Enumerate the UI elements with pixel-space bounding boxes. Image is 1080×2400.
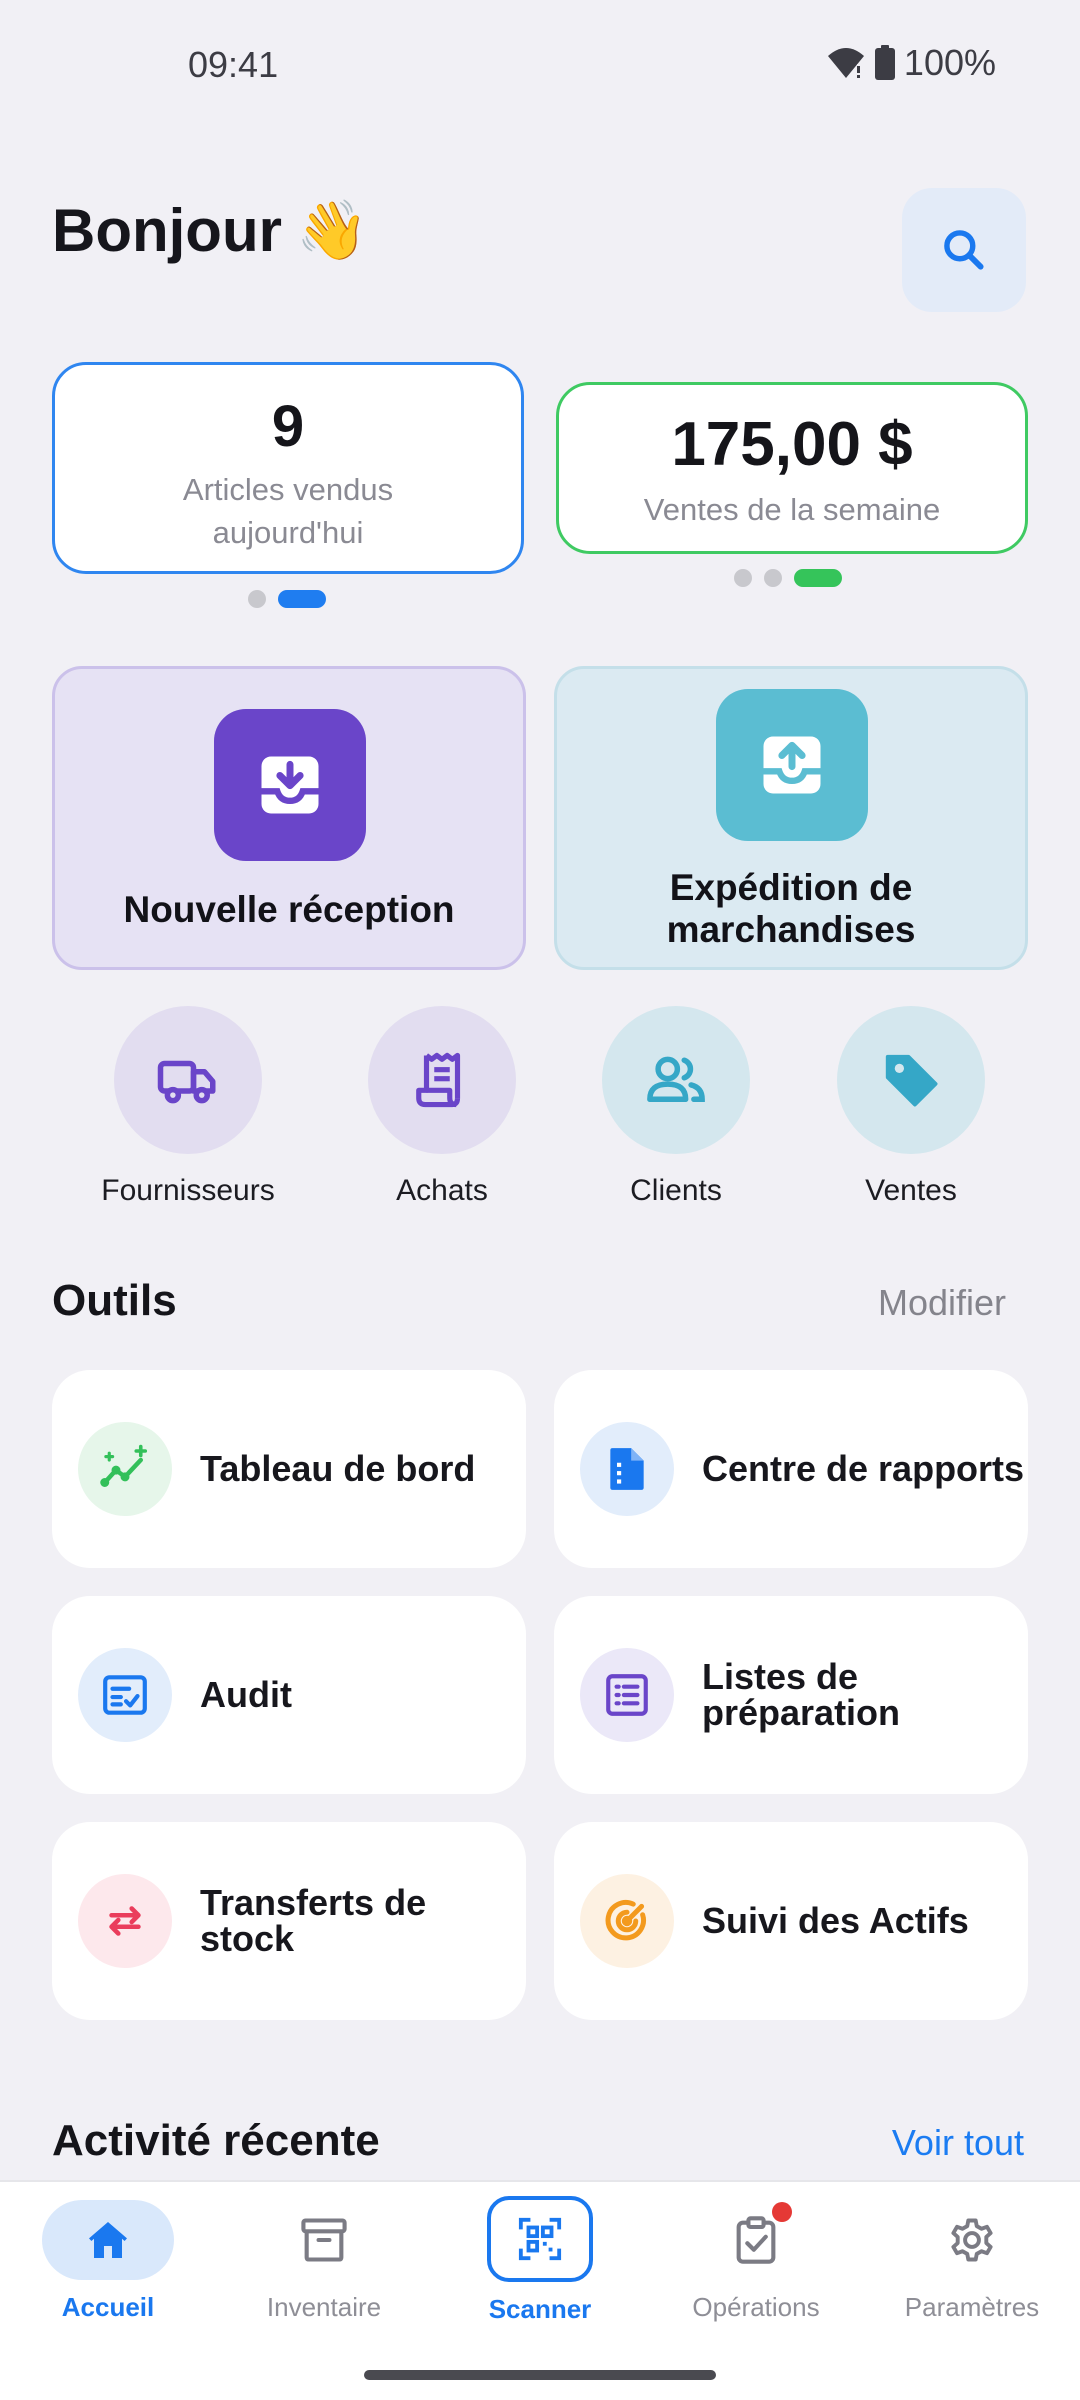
report-file-icon	[580, 1422, 674, 1516]
tool-label: Centre de rapports	[702, 1448, 1025, 1489]
shortcut-label: Clients	[630, 1174, 722, 1207]
tool-audit[interactable]: Audit	[52, 1596, 526, 1794]
tool-dashboard[interactable]: Tableau de bord	[52, 1370, 526, 1568]
greeting-text: Bonjour	[52, 197, 282, 264]
bottom-navigation: Accueil Inventaire Scanner Opérations Pa…	[0, 2180, 1080, 2400]
see-all-link[interactable]: Voir tout	[892, 2122, 1024, 2164]
home-icon	[42, 2200, 174, 2280]
tools-section-title: Outils	[52, 1276, 177, 1325]
shortcut-suppliers[interactable]: Fournisseurs	[68, 1006, 308, 1208]
inbox-download-icon	[214, 709, 366, 861]
nav-label: Accueil	[61, 2292, 155, 2322]
carousel-dot	[248, 590, 266, 608]
carousel-dot	[734, 569, 752, 587]
transfer-arrows-icon	[78, 1874, 172, 1968]
tool-label: Suivi des Actifs	[702, 1900, 969, 1941]
nav-operations[interactable]: Opérations	[648, 2200, 864, 2323]
nav-label: Paramètres	[904, 2292, 1040, 2322]
stat-value: 9	[271, 394, 305, 459]
stat-label: Ventes de la semaine	[643, 492, 941, 527]
shortcut-clients[interactable]: Clients	[556, 1006, 796, 1208]
shortcut-label: Ventes	[865, 1174, 957, 1207]
nav-label: Scanner	[488, 2294, 592, 2324]
nav-home[interactable]: Accueil	[0, 2200, 216, 2323]
status-indicators: 100%	[826, 42, 996, 84]
search-button[interactable]	[902, 188, 1026, 312]
nav-settings[interactable]: Paramètres	[864, 2200, 1080, 2323]
recent-activity-title: Activité récente	[52, 2116, 380, 2165]
tools-edit-link[interactable]: Modifier	[878, 1282, 1006, 1324]
users-icon	[602, 1006, 750, 1154]
wave-emoji: 👋	[295, 196, 369, 264]
new-reception-button[interactable]: Nouvelle réception	[52, 666, 526, 970]
shortcut-sales[interactable]: Ventes	[791, 1006, 1031, 1208]
status-time: 09:41	[188, 44, 279, 85]
target-icon	[580, 1874, 674, 1968]
wifi-icon	[826, 46, 866, 80]
carousel-dots-1	[248, 590, 326, 608]
tile-label: Expédition de marchandises	[666, 867, 916, 950]
tool-stock-transfers[interactable]: Transferts de stock	[52, 1822, 526, 2020]
tool-reports-center[interactable]: Centre de rapports	[554, 1370, 1028, 1568]
tool-label: Audit	[200, 1674, 292, 1715]
battery-level: 100%	[903, 42, 996, 83]
carousel-dot-active	[794, 569, 842, 587]
stat-card-weekly-sales[interactable]: 175,00 $ Ventes de la semaine	[556, 382, 1028, 554]
battery-icon	[874, 45, 896, 81]
nav-inventory[interactable]: Inventaire	[216, 2200, 432, 2323]
tool-label: Listes de préparation	[702, 1656, 901, 1733]
gesture-home-bar[interactable]	[364, 2370, 716, 2380]
nav-scanner[interactable]: Scanner	[432, 2196, 648, 2325]
nav-label: Opérations	[692, 2292, 820, 2322]
stat-card-items-sold[interactable]: 9 Articles vendus aujourd'hui	[52, 362, 524, 574]
shortcut-label: Achats	[396, 1174, 488, 1207]
goods-shipment-button[interactable]: Expédition de marchandises	[554, 666, 1028, 970]
checklist-icon	[78, 1648, 172, 1742]
stat-label: Articles vendus aujourd'hui	[182, 472, 394, 550]
list-icon	[580, 1648, 674, 1742]
tool-label: Tableau de bord	[200, 1448, 476, 1489]
tile-label: Nouvelle réception	[123, 889, 455, 930]
clipboard-check-icon	[648, 2200, 864, 2280]
carousel-dot-active	[278, 590, 326, 608]
carousel-dots-2	[734, 569, 842, 587]
inbox-upload-icon	[716, 689, 868, 841]
shortcut-purchases[interactable]: Achats	[322, 1006, 562, 1208]
greeting-title: Bonjour 👋	[52, 196, 368, 265]
shortcut-label: Fournisseurs	[101, 1174, 275, 1207]
chart-line-icon	[78, 1422, 172, 1516]
receipt-icon	[368, 1006, 516, 1154]
gear-icon	[864, 2200, 1080, 2280]
carousel-dot	[764, 569, 782, 587]
stat-value: 175,00 $	[671, 410, 913, 479]
tool-asset-tracking[interactable]: Suivi des Actifs	[554, 1822, 1028, 2020]
nav-label: Inventaire	[266, 2292, 382, 2322]
tool-label: Transferts de stock	[200, 1882, 427, 1959]
tag-icon	[837, 1006, 985, 1154]
search-icon	[944, 230, 984, 270]
tool-picking-lists[interactable]: Listes de préparation	[554, 1596, 1028, 1794]
home-screen: 09:41 100% Bonjour 👋 9 Articles vendus a…	[0, 0, 1080, 2400]
notification-badge	[772, 2202, 792, 2222]
archive-box-icon	[216, 2200, 432, 2280]
truck-icon	[114, 1006, 262, 1154]
qr-scan-icon	[487, 2196, 593, 2282]
